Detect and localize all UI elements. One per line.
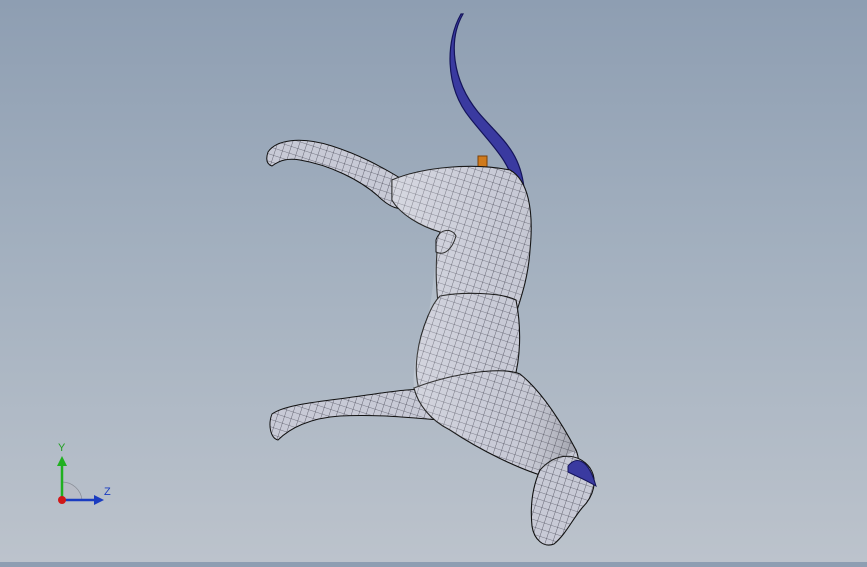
cat-wireframe-model[interactable]: [0, 0, 867, 562]
graphics-viewport[interactable]: Y Z: [0, 0, 867, 562]
y-axis-label: Y: [58, 442, 66, 454]
reference-triad: Y Z: [40, 440, 130, 520]
front-leg: [269, 388, 441, 441]
z-axis-arrow-icon: [94, 495, 104, 505]
origin-icon: [58, 496, 66, 504]
triad-plane: [61, 481, 83, 501]
z-axis-label: Z: [104, 486, 111, 498]
y-axis-arrow-icon: [57, 456, 67, 466]
